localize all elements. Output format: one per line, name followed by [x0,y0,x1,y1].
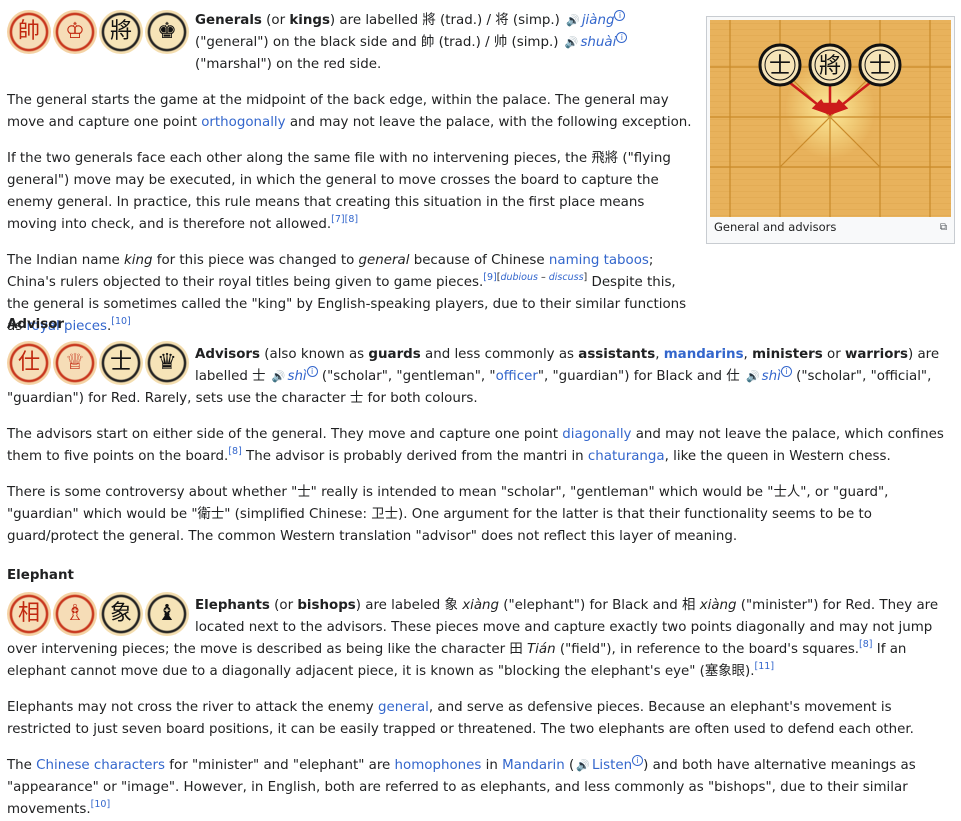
orthogonally-link[interactable]: orthogonally [201,115,285,130]
speaker-icon[interactable]: 🔊 [566,10,580,32]
advisor-paragraph-1: The advisors start on either side of the… [7,427,944,464]
magnify-icon[interactable]: ⧉ [940,220,947,236]
figure-caption: General and advisors ⧉ [714,220,947,236]
elephant-black-piece: 象 [99,592,143,636]
general-link[interactable]: general [378,700,429,715]
queen-black-piece: ♛ [145,341,189,385]
bishop-black-piece: ♝ [145,592,189,636]
shuai-audio-link[interactable]: shuài [580,35,616,50]
elephant-heading: Elephant [7,568,74,583]
advisor-left-glyph: 士 [769,54,791,79]
advisor-heading: Advisor [7,317,65,332]
elephant-paragraph-1: Elephants may not cross the river to att… [7,700,914,737]
advisor-section: Advisor 仕 ♕ 士 ♛ Advisors (also known as … [7,314,955,548]
general-black-piece: 將 [99,10,143,54]
generals-paragraph-1: The general starts the game at the midpo… [7,93,692,130]
citation-link[interactable]: [8] [859,639,872,650]
info-icon[interactable]: i [616,32,628,43]
board-image[interactable]: 士 將 士 [710,20,951,217]
info-icon[interactable]: i [780,366,792,377]
chaturanga-link[interactable]: chaturanga [588,449,665,464]
info-icon[interactable]: i [306,366,318,377]
speaker-icon[interactable]: 🔊 [565,32,579,54]
speaker-icon[interactable]: 🔊 [746,366,760,388]
elephant-pieces: 相 ♗ 象 ♝ [7,592,189,636]
speaker-icon[interactable]: 🔊 [272,366,286,388]
citation-link[interactable]: [9] [483,272,496,283]
advisor-paragraph-2: There is some controversy about whether … [7,485,889,544]
shi-red-audio-link[interactable]: shì [762,369,781,384]
speaker-icon[interactable]: 🔊 [576,755,590,777]
advisor-right-glyph: 士 [869,54,891,79]
king-red-piece: ♔ [53,10,97,54]
dubious-link[interactable]: dubious [500,272,538,283]
general-advisors-figure: 士 將 士 General and advisors ⧉ [706,16,955,244]
info-icon[interactable]: i [632,755,644,766]
discuss-link[interactable]: discuss [549,272,584,283]
chinese-characters-link[interactable]: Chinese characters [36,758,165,773]
citation-link[interactable]: [8] [228,446,241,457]
bishop-red-piece: ♗ [53,592,97,636]
advisor-pieces: 仕 ♕ 士 ♛ [7,341,189,385]
citation-link[interactable]: [7][8] [331,214,358,225]
elephant-red-piece: 相 [7,592,51,636]
listen-link[interactable]: Listen [592,758,632,773]
generals-section: 帥 ♔ 將 ♚ Generals (or kings) are labelled… [7,10,697,338]
mandarin-link[interactable]: Mandarin [502,758,565,773]
general-red-piece: 帥 [7,10,51,54]
officer-link[interactable]: officer [496,369,538,384]
elephant-paragraph-2: The Chinese characters for "minister" an… [7,755,916,817]
mandarins-link[interactable]: mandarins [664,347,744,362]
shi-audio-link[interactable]: shì [287,369,306,384]
elephant-section: Elephant 相 ♗ 象 ♝ Elephants (or bishops) … [7,565,955,821]
advisor-red-piece: 仕 [7,341,51,385]
general-glyph: 將 [819,54,841,79]
generals-paragraph-2: If the two generals face each other alon… [7,151,671,232]
generals-pieces: 帥 ♔ 將 ♚ [7,10,189,54]
diagonally-link[interactable]: diagonally [562,427,631,442]
naming-taboos-link[interactable]: naming taboos [549,253,649,268]
citation-link[interactable]: [10] [91,799,111,810]
citation-link[interactable]: [11] [755,661,775,672]
king-black-piece: ♚ [145,10,189,54]
queen-red-piece: ♕ [53,341,97,385]
jiang-audio-link[interactable]: jiàng [582,13,615,28]
homophones-link[interactable]: homophones [395,758,482,773]
board-diagram: 士 將 士 [710,20,951,217]
advisor-black-piece: 士 [99,341,143,385]
info-icon[interactable]: i [614,10,626,21]
